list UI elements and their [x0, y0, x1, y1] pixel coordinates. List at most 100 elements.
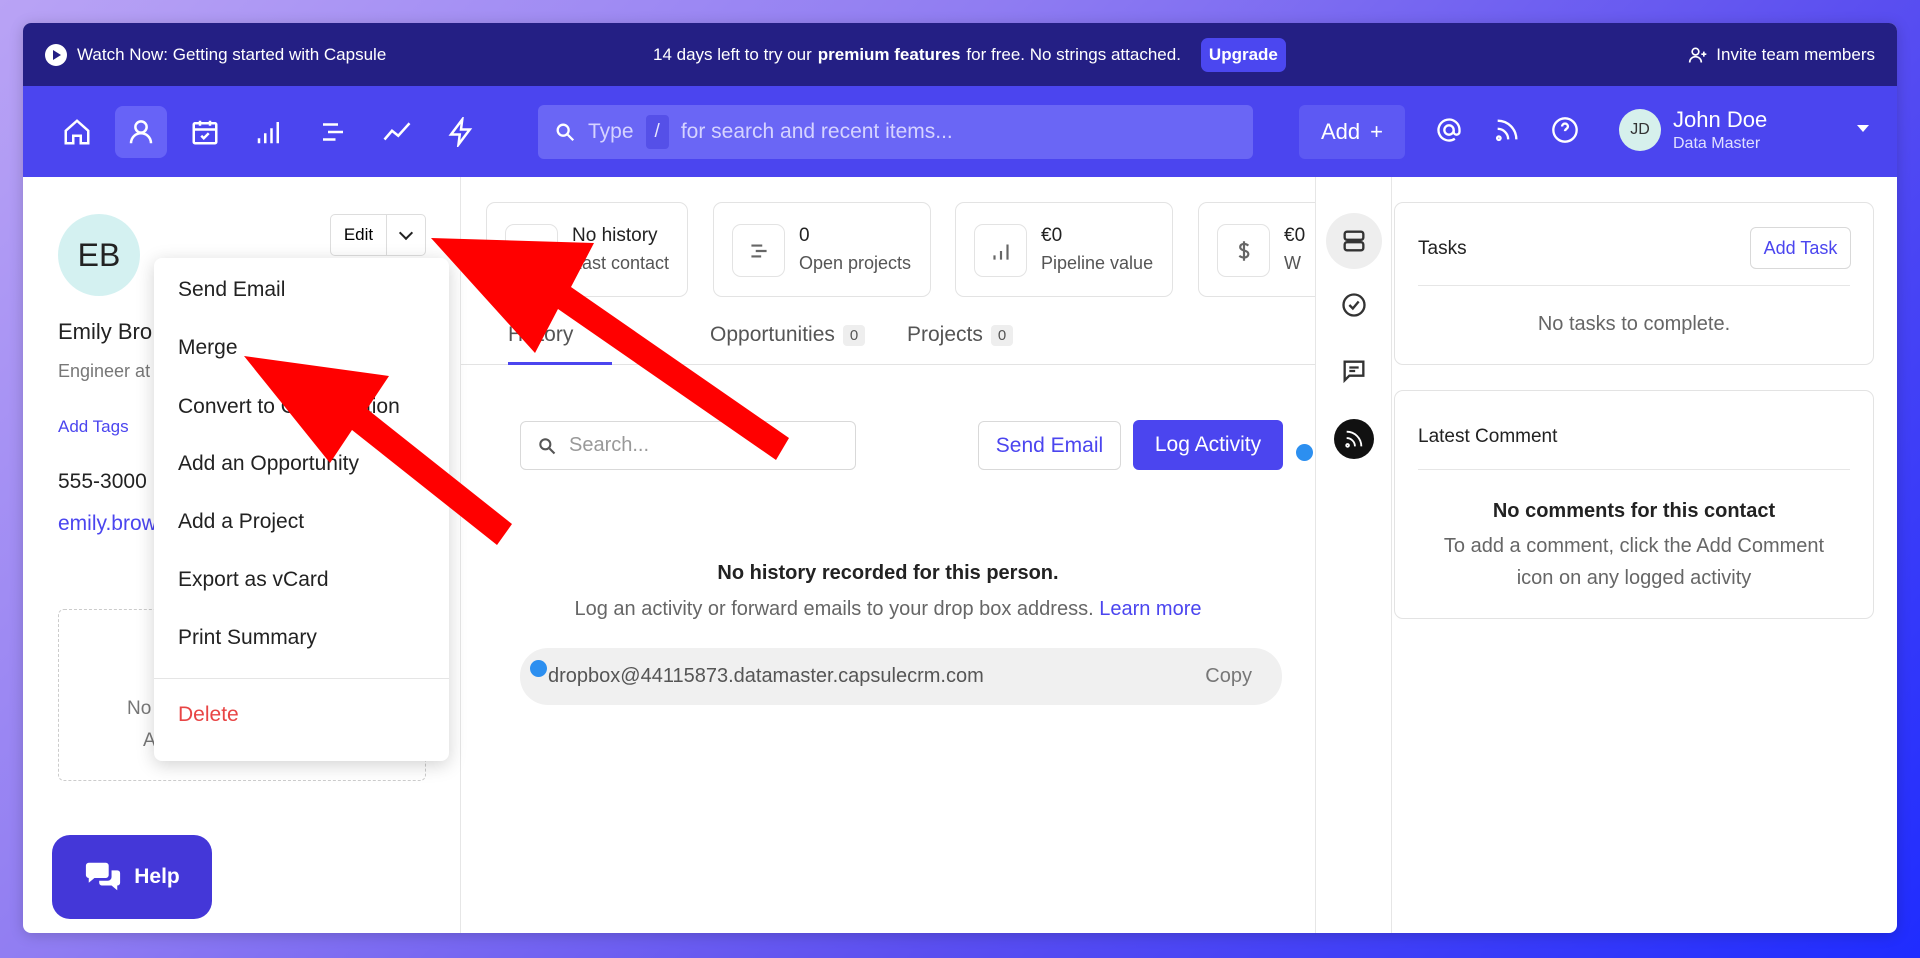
search-icon	[556, 123, 575, 142]
nav-utility-icons	[1429, 110, 1585, 150]
app-window: Watch Now: Getting started with Capsule …	[23, 23, 1897, 933]
edit-button[interactable]: Edit	[331, 215, 387, 255]
promo-bar: Watch Now: Getting started with Capsule …	[23, 23, 1897, 86]
tab-bar: History Opportunities 0 Projects 0	[461, 303, 1315, 365]
search-placeholder: for search and recent items...	[680, 120, 953, 143]
trial-notice: 14 days left to try our premium features…	[653, 23, 1286, 86]
trial-bold: premium features	[817, 44, 961, 64]
divider	[1418, 469, 1850, 470]
empty-history-desc: Log an activity or forward emails to you…	[574, 598, 1094, 620]
active-tab-indicator	[508, 362, 612, 365]
nav-people[interactable]	[115, 105, 167, 158]
empty-history-text: Log an activity or forward emails to you…	[461, 598, 1315, 621]
nav-reports[interactable]	[371, 106, 423, 158]
tab-count: 0	[990, 324, 1014, 346]
watch-now-link[interactable]: Watch Now: Getting started with Capsule	[45, 43, 387, 66]
add-button[interactable]: Add +	[1299, 105, 1405, 159]
nav-workflow[interactable]	[435, 106, 487, 158]
contact-avatar: EB	[58, 214, 140, 296]
rail-tasks[interactable]	[1326, 277, 1382, 333]
plus-icon: +	[1370, 119, 1383, 144]
user-name: John Doe	[1673, 107, 1768, 132]
user-menu[interactable]: JD John Doe Data Master	[1619, 107, 1869, 153]
tab-opportunities[interactable]: Opportunities 0	[710, 323, 866, 347]
global-search[interactable]: Type / for search and recent items...	[538, 105, 1253, 159]
top-nav: Type / for search and recent items... Ad…	[23, 86, 1897, 177]
latest-comment-title: Latest Comment	[1418, 426, 1558, 447]
empty-history-title: No history recorded for this person.	[717, 562, 1059, 584]
menu-item-print-summary[interactable]: Print Summary	[178, 626, 317, 650]
contact-title: Engineer at	[58, 361, 151, 381]
user-role: Data Master	[1673, 135, 1761, 152]
send-email-button[interactable]: Send Email	[978, 421, 1121, 470]
mentions-button[interactable]	[1429, 110, 1469, 150]
edit-dropdown-menu: Send Email Merge Convert to Organisation…	[154, 258, 449, 761]
edit-button-group: Edit	[330, 214, 426, 256]
bar-chart-icon	[257, 121, 279, 143]
user-avatar: JD	[1619, 109, 1661, 151]
history-panel: No history Last contact 0 Open projects …	[461, 177, 1315, 933]
list-icon	[323, 122, 343, 141]
nav-pipeline[interactable]	[243, 106, 295, 158]
tab-history[interactable]: History	[508, 323, 573, 347]
stat-won: €0 W	[1198, 202, 1315, 297]
at-icon	[1437, 118, 1461, 142]
history-search-input[interactable]: Search...	[520, 421, 856, 470]
help-button[interactable]: Help	[52, 835, 212, 919]
hotspot-dot	[1296, 444, 1313, 461]
help-label: Help	[134, 865, 180, 888]
tab-label: Opportunities	[710, 323, 835, 346]
comments-empty-line2: icon on any logged activity	[1516, 567, 1752, 589]
chevron-down-icon	[1857, 125, 1869, 132]
invite-team-button[interactable]: Invite team members	[1688, 23, 1875, 86]
menu-item-merge[interactable]: Merge	[178, 336, 238, 360]
add-user-icon	[1689, 47, 1707, 63]
stat-label: Last contact	[572, 253, 670, 273]
watch-now-label: Watch Now: Getting started with Capsule	[77, 44, 387, 64]
contact-phone[interactable]: 555-3000	[58, 470, 147, 494]
stat-label: Open projects	[799, 253, 912, 273]
log-activity-button[interactable]: Log Activity	[1133, 420, 1283, 470]
tab-projects[interactable]: Projects 0	[907, 323, 1014, 347]
bar-chart-icon	[974, 224, 1027, 277]
lightning-icon	[448, 116, 473, 147]
edit-menu-toggle[interactable]	[387, 215, 425, 255]
home-icon	[64, 118, 90, 144]
add-tags-link[interactable]: Add Tags	[58, 417, 129, 437]
tab-label: Projects	[907, 323, 983, 346]
nav-home[interactable]	[51, 106, 103, 158]
feed-button[interactable]	[1487, 110, 1527, 150]
chat-bubbles-icon	[86, 862, 121, 891]
learn-more-link[interactable]: Learn more	[1099, 598, 1201, 620]
help-center-button[interactable]	[1545, 110, 1585, 150]
contact-email[interactable]: emily.brow	[58, 512, 157, 536]
stat-value: 0	[799, 225, 810, 246]
menu-item-add-opportunity[interactable]: Add an Opportunity	[178, 452, 359, 476]
tasks-title: Tasks	[1418, 238, 1467, 259]
add-task-button[interactable]: Add Task	[1750, 227, 1851, 269]
trial-suffix: for free. No strings attached.	[966, 44, 1181, 64]
menu-item-delete[interactable]: Delete	[178, 703, 239, 727]
rss-icon	[1495, 119, 1518, 142]
menu-item-send-email[interactable]: Send Email	[178, 278, 285, 302]
rss-icon	[1345, 430, 1363, 448]
nav-projects[interactable]	[307, 106, 359, 158]
menu-item-convert[interactable]: Convert to Organisation	[178, 395, 400, 419]
menu-item-export-vcard[interactable]: Export as vCard	[178, 568, 329, 592]
latest-comment-panel: Latest Comment No comments for this cont…	[1394, 390, 1874, 619]
contact-name: Emily Bro	[58, 319, 153, 344]
comments-empty-title: No comments for this contact	[1492, 500, 1776, 522]
stat-label: W	[1284, 253, 1301, 273]
search-slash-key: /	[645, 115, 669, 149]
rail-comments[interactable]	[1326, 343, 1382, 399]
stat-pipeline-value: €0 Pipeline value	[955, 202, 1173, 297]
search-icon	[539, 437, 556, 454]
stat-value: €0	[1284, 225, 1306, 246]
menu-item-add-project[interactable]: Add a Project	[178, 510, 304, 534]
rail-feed[interactable]	[1334, 419, 1374, 459]
upgrade-button[interactable]: Upgrade	[1200, 37, 1286, 72]
search-type-label: Type	[588, 120, 634, 143]
nav-calendar[interactable]	[179, 106, 231, 158]
rail-summary[interactable]	[1326, 213, 1382, 269]
copy-button[interactable]: Copy	[1205, 665, 1252, 688]
